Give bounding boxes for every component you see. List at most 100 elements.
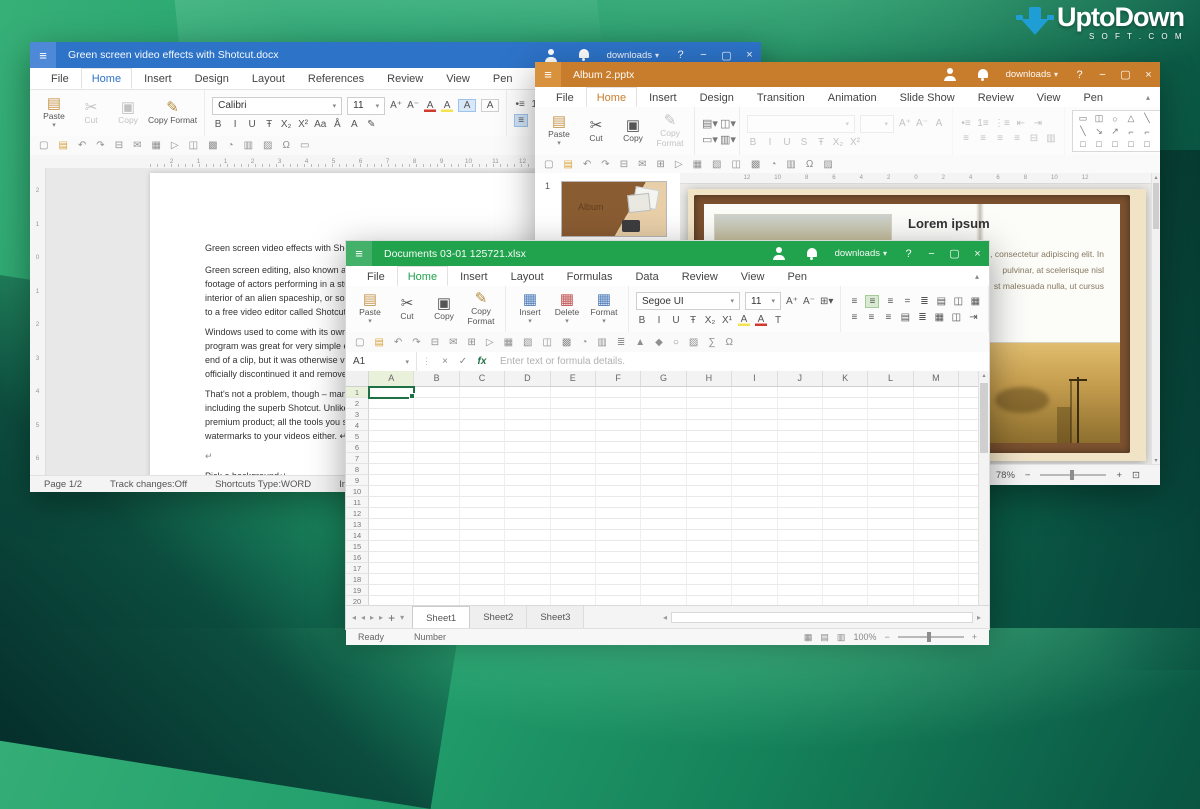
- quick-tool-icon[interactable]: ⊟: [115, 140, 123, 151]
- quick-tool-icon[interactable]: ◔: [581, 337, 587, 348]
- column-header[interactable]: B: [414, 371, 459, 386]
- cell-B8[interactable]: [414, 464, 459, 475]
- collapse-ribbon-icon[interactable]: ▴: [975, 272, 979, 281]
- row-header[interactable]: 15: [346, 541, 369, 552]
- cell-A12[interactable]: [369, 508, 414, 519]
- cell-D14[interactable]: [505, 530, 550, 541]
- cell-M16[interactable]: [914, 552, 959, 563]
- cell-B19[interactable]: [414, 585, 459, 596]
- quick-tool-icon[interactable]: ▨: [263, 140, 272, 151]
- quick-tool-icon[interactable]: ▩: [751, 159, 760, 170]
- cell-G15[interactable]: [641, 541, 686, 552]
- cell-F2[interactable]: [596, 398, 641, 409]
- cell-A1[interactable]: [369, 387, 414, 398]
- font-color-button[interactable]: A: [755, 314, 767, 326]
- minimize-button[interactable]: −: [1091, 69, 1114, 81]
- cell-L6[interactable]: [868, 442, 913, 453]
- cell-A6[interactable]: [369, 442, 414, 453]
- cell-G12[interactable]: [641, 508, 686, 519]
- font-size-select[interactable]: 11▾: [347, 97, 385, 115]
- cell-F3[interactable]: [596, 409, 641, 420]
- shape-icon[interactable]: □: [1125, 139, 1137, 149]
- align-button[interactable]: =: [901, 296, 913, 307]
- cell-L9[interactable]: [868, 475, 913, 486]
- quick-tool-icon[interactable]: ▨: [689, 337, 698, 348]
- cell-I3[interactable]: [732, 409, 777, 420]
- account-name[interactable]: downloads: [1006, 69, 1051, 80]
- cell-L14[interactable]: [868, 530, 913, 541]
- cell-C13[interactable]: [460, 519, 505, 530]
- cell-B3[interactable]: [414, 409, 459, 420]
- minimize-button[interactable]: −: [692, 49, 715, 61]
- align-button[interactable]: ◫: [952, 296, 964, 307]
- app-menu-button[interactable]: ≡: [535, 62, 561, 87]
- cell-B2[interactable]: [414, 398, 459, 409]
- cell-K7[interactable]: [823, 453, 868, 464]
- menu-tab[interactable]: Design: [184, 68, 240, 89]
- app-menu-button[interactable]: ≡: [346, 241, 372, 266]
- scroll-up-icon[interactable]: ▴: [1152, 174, 1160, 181]
- cell-E2[interactable]: [551, 398, 596, 409]
- account-icon[interactable]: [545, 49, 560, 62]
- row-header[interactable]: 13: [346, 519, 369, 530]
- cell-A4[interactable]: [369, 420, 414, 431]
- cell-B17[interactable]: [414, 563, 459, 574]
- cell-L17[interactable]: [868, 563, 913, 574]
- zoom-slider[interactable]: [1040, 474, 1106, 476]
- close-button[interactable]: ×: [738, 49, 761, 61]
- paste-button[interactable]: ▤Paste▾: [353, 292, 387, 326]
- slide-tool-button[interactable]: ▤▾: [702, 117, 714, 130]
- account-name[interactable]: downloads: [835, 248, 880, 259]
- row-header[interactable]: 16: [346, 552, 369, 563]
- cell-J13[interactable]: [778, 519, 823, 530]
- formula-input-placeholder[interactable]: Enter text or formula details.: [500, 356, 625, 367]
- cell-E15[interactable]: [551, 541, 596, 552]
- cell-M3[interactable]: [914, 409, 959, 420]
- quick-tool-icon[interactable]: ◆: [655, 337, 663, 348]
- cell-C17[interactable]: [460, 563, 505, 574]
- row-header[interactable]: 18: [346, 574, 369, 585]
- char-border-button[interactable]: A: [458, 99, 476, 112]
- shape-icon[interactable]: □: [1157, 139, 1160, 149]
- column-header[interactable]: C: [460, 371, 505, 386]
- cell-H9[interactable]: [687, 475, 732, 486]
- cell-C8[interactable]: [460, 464, 505, 475]
- scroll-left-icon[interactable]: ◂: [663, 613, 667, 622]
- zoom-slider[interactable]: [898, 636, 964, 638]
- cell-L13[interactable]: [868, 519, 913, 530]
- cell-F6[interactable]: [596, 442, 641, 453]
- menu-tab[interactable]: Animation: [817, 87, 888, 107]
- cell-D18[interactable]: [505, 574, 550, 585]
- row-header[interactable]: 11: [346, 497, 369, 508]
- cell-C3[interactable]: [460, 409, 505, 420]
- cell-I2[interactable]: [732, 398, 777, 409]
- cell-J8[interactable]: [778, 464, 823, 475]
- quick-tool-icon[interactable]: ▧: [712, 159, 721, 170]
- text-format-button[interactable]: X²: [849, 137, 861, 148]
- slide-tool-button[interactable]: ▭▾: [702, 133, 714, 146]
- menu-tab[interactable]: Slide Show: [889, 87, 966, 107]
- slide-heading[interactable]: Lorem ipsum: [908, 216, 990, 231]
- font-name-select[interactable]: Segoe UI▾: [636, 292, 740, 310]
- cell-K1[interactable]: [823, 387, 868, 398]
- menu-tab[interactable]: Formulas: [556, 266, 624, 286]
- cell-G16[interactable]: [641, 552, 686, 563]
- quick-tool-icon[interactable]: ⊟: [431, 337, 439, 348]
- cell-B18[interactable]: [414, 574, 459, 585]
- cell-F19[interactable]: [596, 585, 641, 596]
- horizontal-scrollbar[interactable]: [671, 612, 973, 623]
- shape-icon[interactable]: □: [1077, 139, 1089, 149]
- cell-H5[interactable]: [687, 431, 732, 442]
- cell-G14[interactable]: [641, 530, 686, 541]
- cell-A13[interactable]: [369, 519, 414, 530]
- help-button[interactable]: ?: [897, 248, 920, 260]
- cell-E19[interactable]: [551, 585, 596, 596]
- text-format-button[interactable]: Ŧ: [687, 315, 699, 326]
- cell-E6[interactable]: [551, 442, 596, 453]
- list-format-button[interactable]: ⇥: [1032, 118, 1044, 129]
- cell-J3[interactable]: [778, 409, 823, 420]
- paste-button[interactable]: ▤Paste▾: [37, 96, 71, 130]
- font-name-select[interactable]: ▾: [747, 115, 855, 133]
- cell-M1[interactable]: [914, 387, 959, 398]
- shape-icon[interactable]: □: [1141, 139, 1153, 149]
